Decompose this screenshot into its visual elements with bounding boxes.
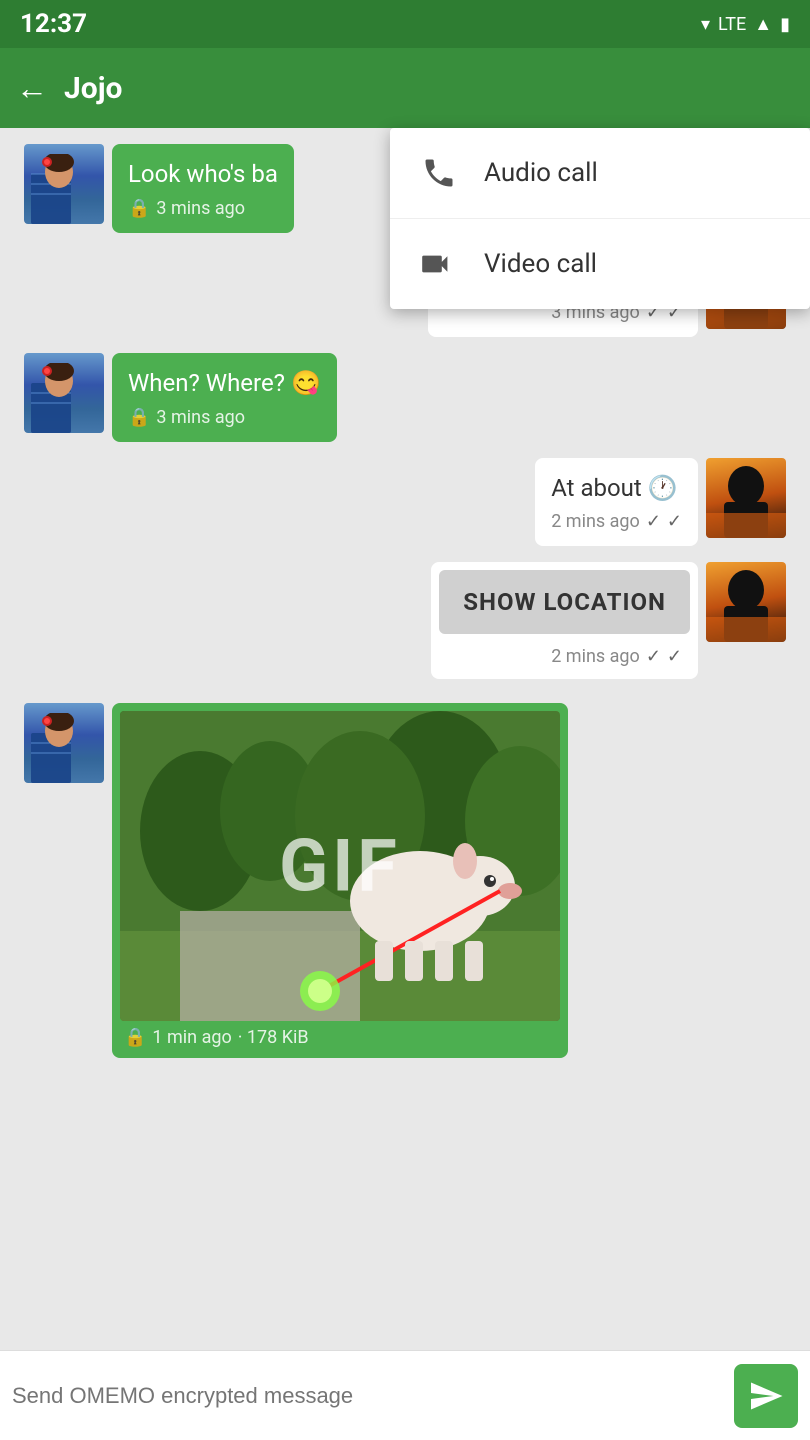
message-timestamp: 3 mins ago [156, 407, 245, 428]
avatar [706, 458, 786, 538]
message-input[interactable] [12, 1366, 722, 1426]
video-call-label: Video call [484, 249, 597, 279]
message-timestamp: 2 mins ago [551, 511, 640, 532]
received-bubble: Look who's ba 🔒 3 mins ago [112, 144, 294, 233]
delivered-icon: ✓ [646, 511, 661, 532]
message-meta: 🔒 3 mins ago [128, 198, 278, 219]
chat-area: Look who's ba 🔒 3 mins ago Wanna hang ou… [0, 128, 810, 1350]
audio-call-item[interactable]: Audio call [390, 128, 810, 219]
avatar [24, 703, 104, 783]
message-meta: 2 mins ago ✓ ✓ [551, 511, 682, 532]
message-text: At about 🕐 [551, 472, 682, 506]
dropdown-menu: Audio call Video call [390, 128, 810, 309]
status-time: 12:37 [20, 9, 87, 39]
status-bar: 12:37 ▾ LTE ▲ ▮ [0, 0, 810, 48]
audio-call-label: Audio call [484, 158, 598, 188]
avatar [24, 353, 104, 433]
chat-header: ← Jojo [0, 48, 810, 128]
avatar [706, 562, 786, 642]
read-icon: ✓ [667, 511, 682, 532]
message-row: GIF 🔒 1 min ago · 178 KiB [16, 703, 794, 1058]
message-row: When? Where? 😋 🔒 3 mins ago [16, 353, 794, 442]
lock-icon: 🔒 [128, 198, 150, 219]
wifi-icon: ▾ [701, 14, 710, 35]
gif-content[interactable]: GIF [120, 711, 560, 1021]
message-meta: 🔒 1 min ago · 178 KiB [120, 1021, 560, 1050]
lte-label: LTE [718, 14, 746, 35]
message-meta: 🔒 3 mins ago [128, 407, 321, 428]
signal-icon: ▲ [754, 14, 772, 35]
lock-icon: 🔒 [124, 1027, 146, 1048]
message-row: SHOW LOCATION 2 mins ago ✓ ✓ [16, 562, 794, 679]
show-location-button[interactable]: SHOW LOCATION [439, 570, 690, 634]
gif-label: GIF [279, 824, 401, 909]
location-bubble: SHOW LOCATION 2 mins ago ✓ ✓ [431, 562, 698, 679]
received-bubble: When? Where? 😋 🔒 3 mins ago [112, 353, 337, 442]
back-button[interactable]: ← [16, 69, 48, 107]
send-button[interactable] [734, 1364, 798, 1428]
input-bar [0, 1350, 810, 1440]
status-icons: ▾ LTE ▲ ▮ [701, 14, 790, 35]
message-text: When? Where? 😋 [128, 367, 321, 401]
message-meta: 2 mins ago ✓ ✓ [439, 642, 690, 671]
battery-icon: ▮ [780, 14, 790, 35]
message-text: Look who's ba [128, 158, 278, 192]
message-timestamp: 1 min ago [152, 1027, 231, 1048]
videocam-icon [418, 243, 460, 285]
read-icon: ✓ [667, 646, 682, 667]
gif-bubble: GIF 🔒 1 min ago · 178 KiB [112, 703, 568, 1058]
message-timestamp: 2 mins ago [551, 646, 640, 667]
message-row: At about 🕐 2 mins ago ✓ ✓ [16, 458, 794, 547]
file-size: · 178 KiB [238, 1027, 309, 1048]
message-timestamp: 3 mins ago [156, 198, 245, 219]
chat-title: Jojo [64, 71, 794, 106]
avatar [24, 144, 104, 224]
sent-bubble: At about 🕐 2 mins ago ✓ ✓ [535, 458, 698, 547]
lock-icon: 🔒 [128, 407, 150, 428]
video-call-item[interactable]: Video call [390, 219, 810, 309]
delivered-icon: ✓ [646, 646, 661, 667]
phone-icon [418, 152, 460, 194]
